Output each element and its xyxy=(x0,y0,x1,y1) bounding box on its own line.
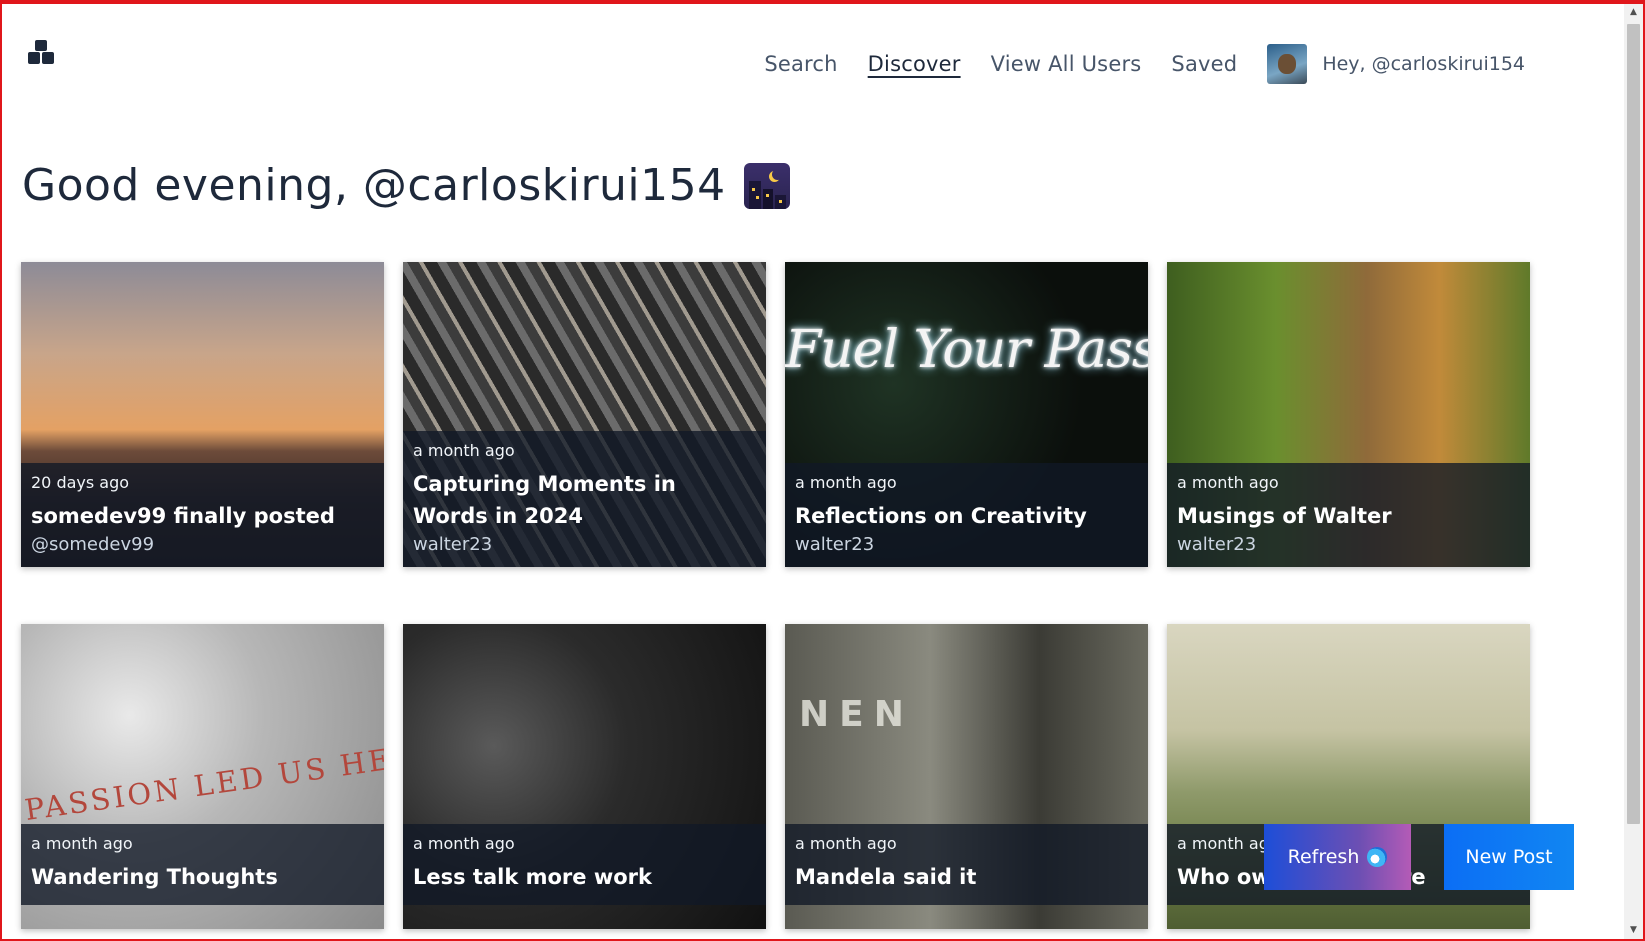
post-card[interactable]: a month ago Capturing Moments in Words i… xyxy=(403,262,766,567)
nav-view-all-users[interactable]: View All Users xyxy=(991,52,1142,76)
post-title[interactable]: Musings of Walter xyxy=(1177,500,1520,532)
post-card-overlay: a month ago Musings of Walter walter23 xyxy=(1167,463,1530,567)
greeting-row: Good evening, @carloskirui154 xyxy=(22,160,790,211)
post-card[interactable]: a month ago Musings of Walter walter23 xyxy=(1167,262,1530,567)
post-card[interactable]: Fuel Your Passion a month ago Reflection… xyxy=(785,262,1148,567)
post-image-text: NEN xyxy=(799,694,914,735)
post-time: a month ago xyxy=(413,834,515,853)
post-author[interactable]: walter23 xyxy=(1177,534,1520,555)
post-card-overlay: a month ago Mandela said it xyxy=(785,824,1148,905)
post-time: a month ago xyxy=(31,834,133,853)
post-card-overlay: a month ago Wandering Thoughts xyxy=(21,824,384,905)
new-post-label: New Post xyxy=(1465,846,1553,868)
post-image-text: PASSION LED US HERE xyxy=(22,734,384,828)
page-scrollbar[interactable]: ▲ ▼ xyxy=(1624,4,1643,939)
user-greeting-label: Hey, @carloskirui154 xyxy=(1322,53,1525,75)
scroll-thumb[interactable] xyxy=(1627,24,1640,824)
post-time: a month ago xyxy=(795,834,897,853)
post-card[interactable]: 20 days ago somedev99 finally posted @so… xyxy=(21,262,384,567)
post-card[interactable]: NEN a month ago Mandela said it xyxy=(785,624,1148,929)
page-title: Good evening, @carloskirui154 xyxy=(22,160,726,211)
user-menu[interactable]: Hey, @carloskirui154 xyxy=(1267,44,1525,84)
post-title[interactable]: somedev99 finally posted xyxy=(31,500,374,532)
post-author[interactable]: walter23 xyxy=(795,534,1138,555)
new-post-button[interactable]: New Post xyxy=(1444,824,1574,890)
nav-saved[interactable]: Saved xyxy=(1171,52,1237,76)
top-nav: Search Discover View All Users Saved Hey… xyxy=(734,44,1525,84)
avatar[interactable] xyxy=(1267,44,1308,84)
post-author[interactable]: walter23 xyxy=(413,534,756,555)
nav-search[interactable]: Search xyxy=(764,52,837,76)
refresh-button[interactable]: Refresh xyxy=(1264,824,1411,890)
post-card-overlay: a month ago Reflections on Creativity wa… xyxy=(785,463,1148,567)
post-title[interactable]: Less talk more work xyxy=(413,861,756,893)
night-city-icon xyxy=(743,162,790,209)
post-time: a month ago xyxy=(795,473,897,492)
nav-discover[interactable]: Discover xyxy=(868,52,961,76)
post-title[interactable]: Capturing Moments in Words in 2024 xyxy=(413,468,756,532)
refresh-label: Refresh xyxy=(1287,846,1360,868)
app-logo-icon[interactable] xyxy=(28,40,54,64)
post-card-overlay: 20 days ago somedev99 finally posted @so… xyxy=(21,463,384,567)
post-author[interactable]: @somedev99 xyxy=(31,534,374,555)
post-time: a month ago xyxy=(413,441,515,460)
post-card[interactable]: PASSION LED US HERE a month ago Wanderin… xyxy=(21,624,384,929)
scroll-up-icon[interactable]: ▲ xyxy=(1624,4,1643,21)
scroll-down-icon[interactable]: ▼ xyxy=(1624,922,1643,939)
wave-icon xyxy=(1367,847,1388,867)
post-card-overlay: a month ago Less talk more work xyxy=(403,824,766,905)
post-card-overlay: a month ago Capturing Moments in Words i… xyxy=(403,431,766,567)
post-time: 20 days ago xyxy=(31,473,130,492)
post-title[interactable]: Mandela said it xyxy=(795,861,1138,893)
post-card[interactable]: a month ago Less talk more work xyxy=(403,624,766,929)
post-title[interactable]: Wandering Thoughts xyxy=(31,861,374,893)
post-image-text: Fuel Your Passion xyxy=(785,320,1148,380)
post-time: a month ago xyxy=(1177,473,1279,492)
post-title[interactable]: Reflections on Creativity xyxy=(795,500,1138,532)
